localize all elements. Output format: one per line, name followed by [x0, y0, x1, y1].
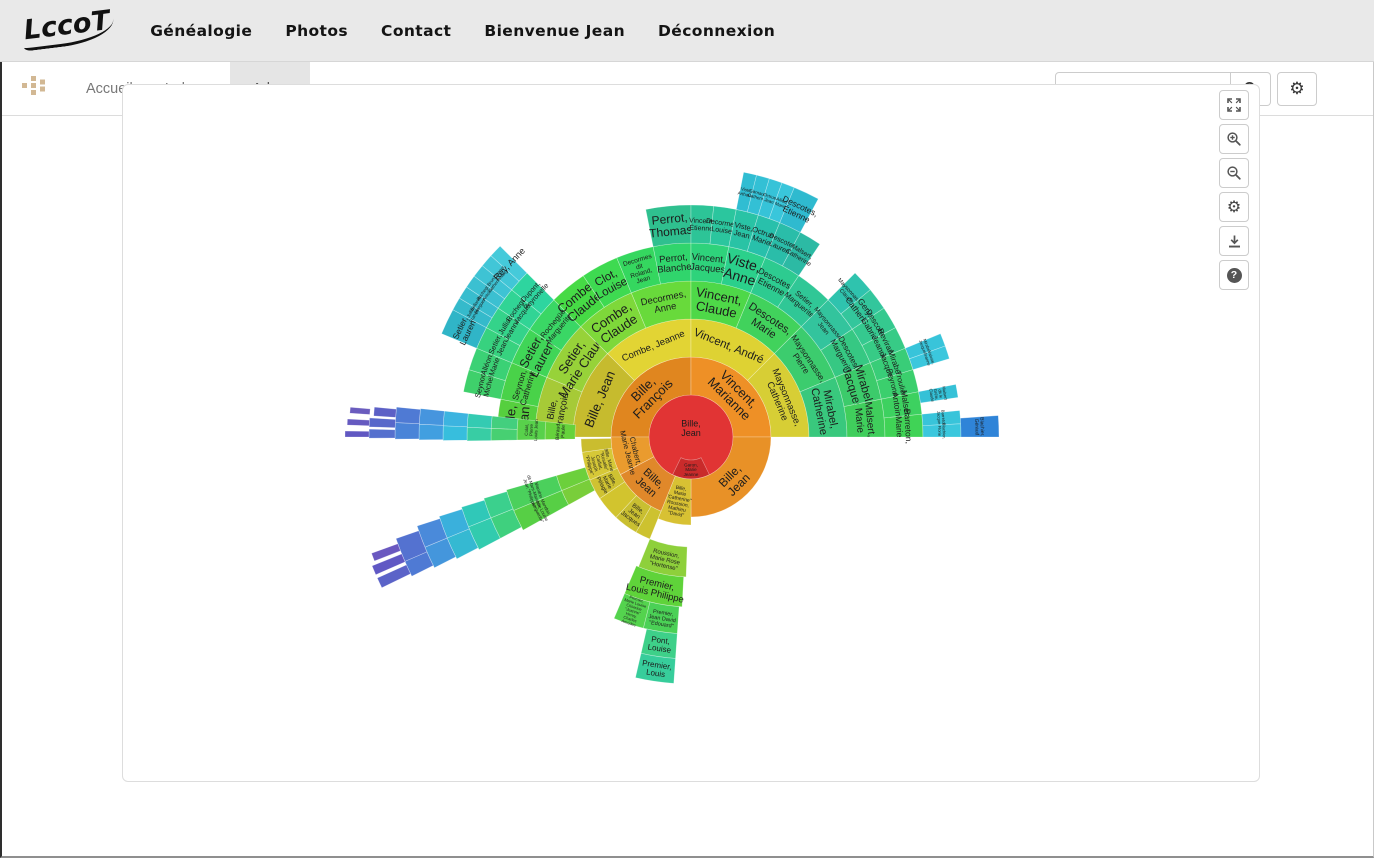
nav-item-bienvenue[interactable]: Bienvenue Jean	[484, 22, 625, 40]
sunburst-segment[interactable]	[350, 407, 370, 414]
download-icon	[1227, 234, 1242, 249]
sunburst-segment[interactable]	[491, 428, 517, 440]
nav-item-contact[interactable]: Contact	[381, 22, 451, 40]
sunburst-segment[interactable]	[374, 407, 397, 417]
segment-label: Malsertdit leGrêle,Claude	[928, 386, 948, 403]
segment-label: Perrot,Blanche	[656, 252, 692, 276]
fullscreen-button[interactable]	[1219, 90, 1249, 120]
center-label: Bille,Jean	[681, 418, 701, 437]
gear-icon: ⚙	[1227, 197, 1241, 217]
help-icon: ?	[1227, 268, 1242, 283]
sunburst-segment[interactable]	[443, 411, 468, 427]
chart-settings-button[interactable]: ⚙	[1219, 192, 1249, 222]
sunburst-segment[interactable]	[467, 427, 491, 441]
zoom-in-icon	[1226, 131, 1242, 147]
help-button[interactable]: ?	[1219, 260, 1249, 290]
sunburst-chart[interactable]: Garon,MarieJeanneBille,FrançoisVincent,M…	[123, 85, 1259, 781]
zoom-in-button[interactable]	[1219, 124, 1249, 154]
segment-label: Perrot,Thomas	[647, 210, 693, 241]
tree-icon	[22, 76, 46, 101]
sunburst-segment[interactable]	[443, 426, 467, 441]
zoom-out-button[interactable]	[1219, 158, 1249, 188]
chart-controls: ⚙ ?	[1219, 90, 1249, 294]
sunburst-segment[interactable]	[395, 407, 420, 424]
sunburst-segment[interactable]	[345, 431, 369, 437]
segment-label: Vincent,Jacques	[689, 251, 727, 275]
download-button[interactable]	[1219, 226, 1249, 256]
segment-label: Blachier,Géraud	[973, 417, 985, 437]
sunburst-segment[interactable]	[347, 419, 369, 426]
sunburst-segment[interactable]	[467, 414, 492, 429]
gear-icon: ⚙	[1289, 79, 1304, 99]
content-frame: Accueil Index Arbre ⚙ Garon,MarieJeanneB…	[0, 62, 1374, 858]
sunburst-segment[interactable]	[395, 423, 419, 440]
nav-item-deconnexion[interactable]: Déconnexion	[658, 22, 775, 40]
nav-item-genealogie[interactable]: Généalogie	[150, 22, 252, 40]
nav-item-photos[interactable]: Photos	[285, 22, 348, 40]
sunburst-segment[interactable]	[369, 418, 395, 428]
sunburst-segment[interactable]	[419, 409, 444, 426]
sunburst-segment[interactable]	[369, 429, 395, 438]
search-settings-button[interactable]: ⚙	[1277, 72, 1317, 106]
brand-logo[interactable]: LccoT	[20, 4, 116, 51]
zoom-out-icon	[1226, 165, 1242, 181]
chart-card: Garon,MarieJeanneBille,FrançoisVincent,M…	[122, 84, 1260, 782]
fullscreen-icon	[1226, 97, 1242, 113]
sunburst-segment[interactable]	[491, 416, 518, 429]
top-navbar: LccoT Généalogie Photos Contact Bienvenu…	[0, 0, 1374, 62]
sunburst-segment[interactable]	[419, 424, 443, 440]
segment-label: Garon,MarieJeanne	[684, 462, 699, 476]
